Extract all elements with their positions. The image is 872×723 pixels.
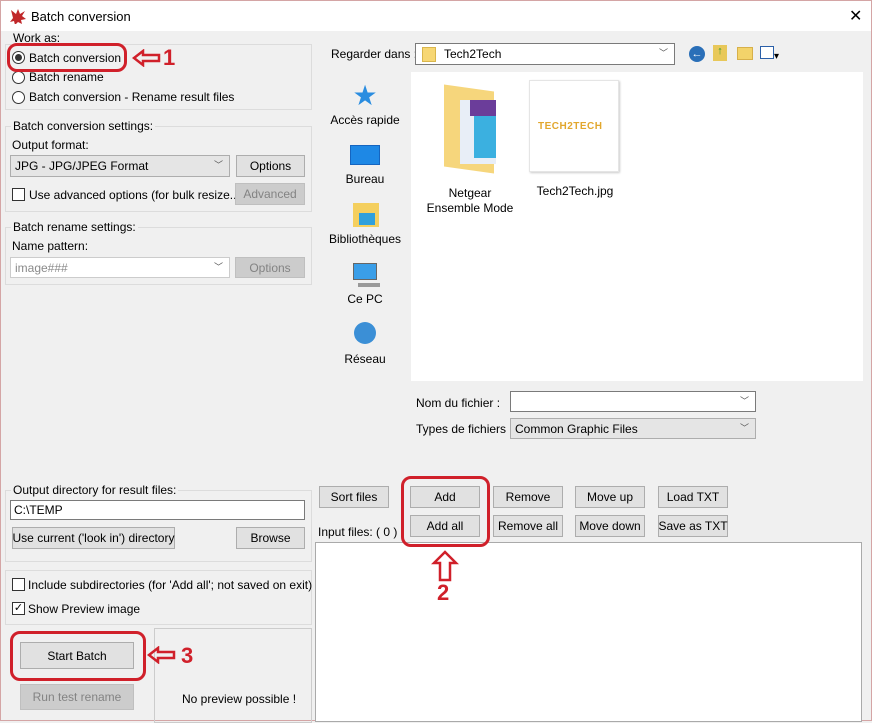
run-test-rename-button[interactable]: Run test rename	[20, 684, 134, 710]
file-view: Netgear Ensemble Mode TECH2TECH Tech2Tec…	[411, 72, 863, 381]
move-down-button[interactable]: Move down	[575, 515, 645, 537]
browse-button[interactable]: Browse	[236, 527, 305, 549]
chevron-down-icon: ﹀	[739, 422, 749, 433]
arrow-left-icon	[147, 646, 176, 664]
format-options-button[interactable]: Options	[236, 155, 305, 177]
file-name: Tech2Tech.jpg	[536, 184, 614, 198]
chevron-down-icon: ﹀	[213, 261, 223, 272]
arrow-left-icon	[132, 49, 161, 67]
input-files-list[interactable]	[315, 542, 862, 722]
radio-label[interactable]: Batch rename	[29, 70, 104, 84]
filetype-select[interactable]: Common Graphic Files ﹀	[510, 418, 756, 439]
annotation-number-2: 2	[437, 580, 450, 605]
output-format-value: JPG - JPG/JPEG Format	[15, 159, 149, 173]
desktop-icon	[350, 143, 380, 171]
annotation-highlight-3	[10, 631, 146, 681]
look-in-select[interactable]: Tech2Tech ﹀	[415, 43, 675, 65]
new-folder-icon[interactable]	[737, 47, 753, 60]
filetype-value: Common Graphic Files	[515, 421, 638, 436]
output-format-label: Output format:	[12, 138, 89, 152]
folder-icon	[440, 84, 500, 178]
radio-batch-conversion-rename[interactable]	[12, 91, 25, 104]
place-network[interactable]: Réseau	[322, 320, 408, 366]
name-pattern-value: image###	[15, 260, 68, 275]
chevron-down-icon: ﹀	[658, 48, 668, 59]
close-button[interactable]: ✕	[849, 6, 862, 26]
advanced-button[interactable]: Advanced	[235, 183, 305, 205]
filename-label: Nom du fichier :	[416, 396, 501, 410]
move-up-button[interactable]: Move up	[575, 486, 645, 508]
rename-options-button[interactable]: Options	[235, 257, 305, 278]
advanced-options-checkbox[interactable]	[12, 188, 25, 201]
remove-button[interactable]: Remove	[493, 486, 563, 508]
back-icon[interactable]: ←	[689, 46, 705, 62]
title-bar: Batch conversion ✕	[1, 1, 871, 31]
filename-input[interactable]: ﹀	[510, 391, 756, 412]
include-subdirectories-checkbox[interactable]	[12, 578, 25, 591]
view-menu-icon[interactable]: ▾	[760, 46, 784, 62]
window-title: Batch conversion	[31, 9, 131, 24]
include-subdirectories-label[interactable]: Include subdirectories (for 'Add all'; n…	[28, 578, 312, 592]
use-current-directory-button[interactable]: Use current ('look in') directory	[12, 527, 175, 549]
filetype-label: Types de fichiers :	[416, 422, 513, 436]
load-txt-button[interactable]: Load TXT	[658, 486, 728, 508]
place-label: Ce PC	[347, 292, 383, 306]
look-in-label: Regarder dans :	[331, 47, 418, 61]
radio-label[interactable]: Batch conversion - Rename result files	[29, 90, 234, 104]
place-label: Accès rapide	[330, 113, 400, 127]
file-name: Netgear Ensemble Mode	[426, 186, 514, 215]
tech2tech-logo: TECH2TECH	[538, 121, 603, 132]
output-format-select[interactable]: JPG - JPG/JPEG Format ﹀	[10, 155, 230, 177]
name-pattern-combo[interactable]: image### ﹀	[10, 257, 230, 278]
annotation-number-1: 1	[163, 45, 176, 70]
computer-icon	[350, 263, 380, 291]
place-label: Réseau	[344, 352, 386, 366]
remove-all-button[interactable]: Remove all	[493, 515, 563, 537]
arrow-up-icon	[431, 550, 459, 582]
chevron-down-icon: ﹀	[739, 395, 749, 406]
place-libraries[interactable]: Bibliothèques	[322, 203, 408, 246]
place-desktop[interactable]: Bureau	[322, 143, 408, 186]
save-as-txt-button[interactable]: Save as TXT	[658, 515, 728, 537]
radio-batch-rename[interactable]	[12, 71, 25, 84]
place-label: Bureau	[345, 172, 385, 186]
folder-icon	[422, 47, 436, 62]
output-directory-input[interactable]: C:\TEMP	[10, 500, 305, 520]
file-item-image[interactable]: TECH2TECH Tech2Tech.jpg	[529, 80, 621, 210]
annotation-highlight-1	[7, 43, 127, 72]
show-preview-label[interactable]: Show Preview image	[28, 602, 140, 616]
sort-files-button[interactable]: Sort files	[319, 486, 389, 508]
file-item-folder[interactable]: Netgear Ensemble Mode	[421, 80, 519, 215]
input-files-label: Input files: ( 0 )	[318, 525, 398, 539]
advanced-options-label[interactable]: Use advanced options (for bulk resize...…	[29, 188, 244, 202]
conversion-settings-legend: Batch conversion settings:	[11, 119, 156, 133]
name-pattern-label: Name pattern:	[12, 239, 89, 253]
preview-pane: No preview possible !	[154, 628, 312, 723]
look-in-value: Tech2Tech	[444, 47, 502, 61]
up-folder-icon[interactable]: ↑	[713, 45, 727, 61]
show-preview-checkbox[interactable]: ✓	[12, 602, 25, 615]
network-icon	[350, 320, 380, 348]
place-label: Bibliothèques	[328, 232, 402, 246]
image-thumbnail: TECH2TECH	[529, 80, 619, 172]
place-this-pc[interactable]: Ce PC	[322, 263, 408, 306]
app-icon	[10, 9, 26, 24]
preview-text: No preview possible !	[182, 692, 297, 706]
annotation-highlight-2	[401, 476, 490, 547]
rename-settings-legend: Batch rename settings:	[11, 220, 138, 234]
chevron-down-icon: ﹀	[213, 160, 223, 171]
output-directory-legend: Output directory for result files:	[11, 483, 179, 497]
libraries-icon	[350, 203, 380, 231]
annotation-number-3: 3	[181, 643, 194, 668]
star-icon: ★	[352, 80, 378, 111]
place-quick-access[interactable]: ★ Accès rapide	[322, 80, 408, 128]
